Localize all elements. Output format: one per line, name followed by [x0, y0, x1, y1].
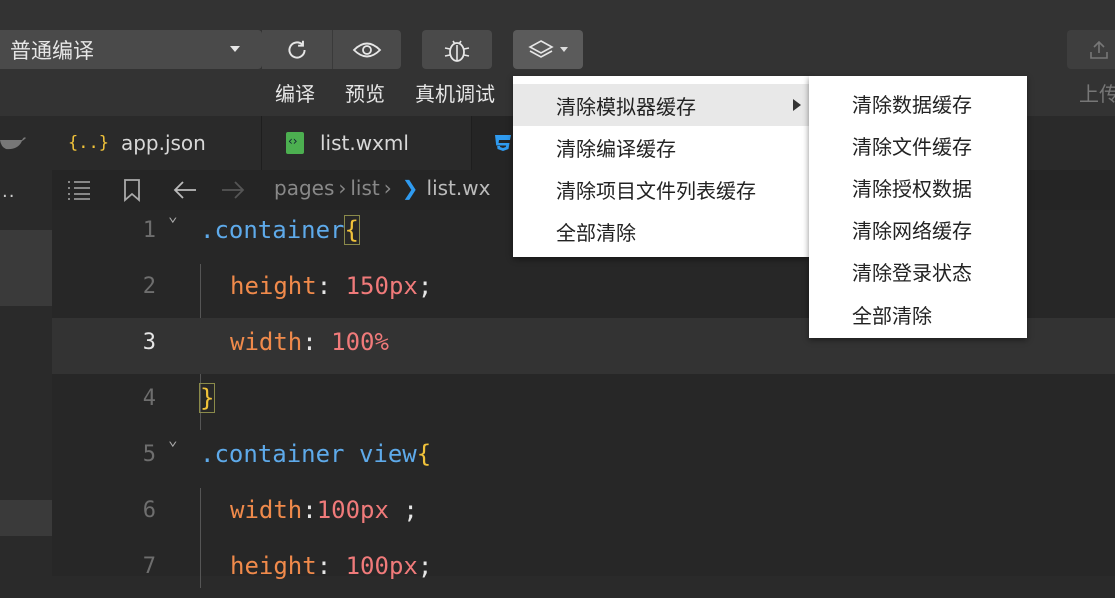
code-text: .container{: [200, 215, 360, 245]
tab-list-wxml[interactable]: list.wxml: [262, 116, 472, 170]
tab-app-json[interactable]: {..} app.json: [52, 116, 262, 170]
line-number: 3: [142, 330, 156, 355]
code-token: }: [198, 383, 216, 413]
simulator-cache-submenu: 清除数据缓存 清除文件缓存 清除授权数据 清除网络缓存 清除登录状态 全部清除: [809, 76, 1027, 338]
menu-item-clear-file-list-cache[interactable]: 清除项目文件列表缓存: [513, 168, 809, 210]
css-file-icon: [495, 135, 511, 151]
submenu-item-clear-file-cache[interactable]: 清除文件缓存: [809, 124, 1027, 166]
breadcrumb-item[interactable]: pages: [274, 176, 334, 200]
code-token: width: [230, 328, 303, 356]
menu-item-label: 清除文件缓存: [852, 134, 972, 159]
arrow-left-icon[interactable]: [172, 179, 198, 201]
activity-bar: ··: [0, 116, 52, 576]
activity-item[interactable]: [0, 230, 52, 306]
code-token: {: [416, 440, 432, 468]
compile-button[interactable]: [262, 30, 333, 69]
upload-label: 上传: [1079, 82, 1115, 106]
code-token: :: [302, 328, 332, 356]
tab-label: list.wxml: [320, 131, 409, 155]
submenu-item-clear-network-cache[interactable]: 清除网络缓存: [809, 208, 1027, 250]
cache-menu-button[interactable]: [513, 30, 583, 69]
code-text: height: 150px;: [230, 272, 432, 300]
menu-item-clear-simulator-cache[interactable]: 清除模拟器缓存: [513, 84, 809, 126]
list-icon[interactable]: [66, 179, 92, 201]
code-text: width:100px ;: [230, 496, 418, 524]
menu-item-clear-all[interactable]: 全部清除: [513, 210, 809, 252]
code-token: ;: [417, 272, 433, 300]
menu-item-label: 清除授权数据: [852, 176, 972, 201]
upload-icon: [1090, 40, 1108, 59]
bookmark-icon[interactable]: [122, 178, 142, 202]
chevron-down-icon: [230, 46, 240, 52]
submenu-item-clear-all[interactable]: 全部清除: [809, 293, 1027, 335]
code-token: ;: [388, 496, 418, 524]
cache-context-menu: 清除模拟器缓存 清除编译缓存 清除项目文件列表缓存 全部清除: [513, 76, 809, 257]
code-token: .container view: [200, 440, 417, 468]
refresh-icon: [288, 40, 306, 58]
line-number: 2: [142, 274, 156, 299]
line-number: 6: [142, 498, 156, 523]
code-token: width: [230, 496, 303, 524]
layers-icon: [528, 39, 554, 58]
code-token: 100px: [316, 496, 389, 524]
breadcrumb: pages › list › ❯ list.wx: [274, 176, 490, 200]
code-line[interactable]: 7 height: 100px;: [52, 542, 1115, 598]
menu-item-label: 清除项目文件列表缓存: [556, 178, 756, 203]
menu-item-label: 清除登录状态: [852, 260, 972, 285]
line-number: 1: [142, 218, 156, 243]
json-braces-icon: {..}: [68, 133, 109, 153]
docker-icon[interactable]: [0, 128, 26, 152]
more-icon[interactable]: ··: [2, 186, 15, 207]
menu-item-clear-compile-cache[interactable]: 清除编译缓存: [513, 126, 809, 168]
bug-icon: [444, 40, 470, 62]
compile-label: 编译: [275, 82, 315, 106]
fold-chevron-icon[interactable]: ⌄: [168, 206, 178, 225]
chevron-right-icon: ›: [383, 176, 392, 200]
menu-item-label: 清除模拟器缓存: [556, 94, 696, 119]
compile-mode-select[interactable]: 普通编译: [0, 30, 262, 69]
upload-button[interactable]: [1067, 30, 1115, 69]
menu-item-label: 清除网络缓存: [852, 218, 972, 243]
chevron-right-icon: ›: [338, 176, 347, 200]
eye-icon: [352, 42, 382, 57]
code-text: }: [198, 383, 216, 413]
chevron-down-icon: [560, 47, 568, 52]
compile-mode-value: 普通编译: [10, 38, 94, 63]
code-line[interactable]: 4}: [52, 374, 1115, 430]
activity-item[interactable]: [0, 500, 52, 536]
line-number: 7: [142, 554, 156, 579]
menu-item-label: 清除编译缓存: [556, 136, 676, 161]
submenu-item-clear-login-state[interactable]: 清除登录状态: [809, 250, 1027, 292]
submenu-item-clear-auth-data[interactable]: 清除授权数据: [809, 166, 1027, 208]
line-number: 4: [142, 386, 156, 411]
wxml-file-icon: [286, 132, 304, 154]
preview-label: 预览: [345, 82, 385, 106]
remote-debug-label: 真机调试: [415, 82, 495, 106]
menu-item-label: 清除数据缓存: [852, 92, 972, 117]
preview-button[interactable]: [333, 30, 401, 69]
code-text: width: 100%: [230, 328, 389, 356]
arrow-right-icon[interactable]: [220, 179, 246, 201]
tab-label: app.json: [120, 131, 206, 155]
code-text: .container view{: [200, 440, 431, 468]
caret-right-icon: [793, 99, 801, 111]
menu-item-label: 全部清除: [556, 220, 636, 245]
breadcrumb-item[interactable]: list.wx: [427, 176, 491, 200]
code-token: {: [343, 215, 360, 245]
code-line[interactable]: 6 width:100px ;: [52, 486, 1115, 542]
code-token: :: [302, 496, 317, 524]
code-token: .container: [200, 216, 345, 244]
breadcrumb-item[interactable]: list: [350, 176, 379, 200]
submenu-item-clear-data-cache[interactable]: 清除数据缓存: [809, 82, 1027, 124]
code-token: 100%: [331, 328, 389, 356]
line-number: 5: [142, 442, 156, 467]
menu-item-label: 全部清除: [852, 303, 932, 328]
code-token: 150px: [345, 272, 418, 300]
code-line[interactable]: 5 ⌄ .container view{: [52, 430, 1115, 486]
css-file-icon: ❯: [401, 176, 419, 200]
fold-chevron-icon[interactable]: ⌄: [168, 430, 178, 449]
remote-debug-button[interactable]: [422, 30, 492, 69]
code-token: :: [316, 272, 346, 300]
code-token: height: [230, 272, 317, 300]
